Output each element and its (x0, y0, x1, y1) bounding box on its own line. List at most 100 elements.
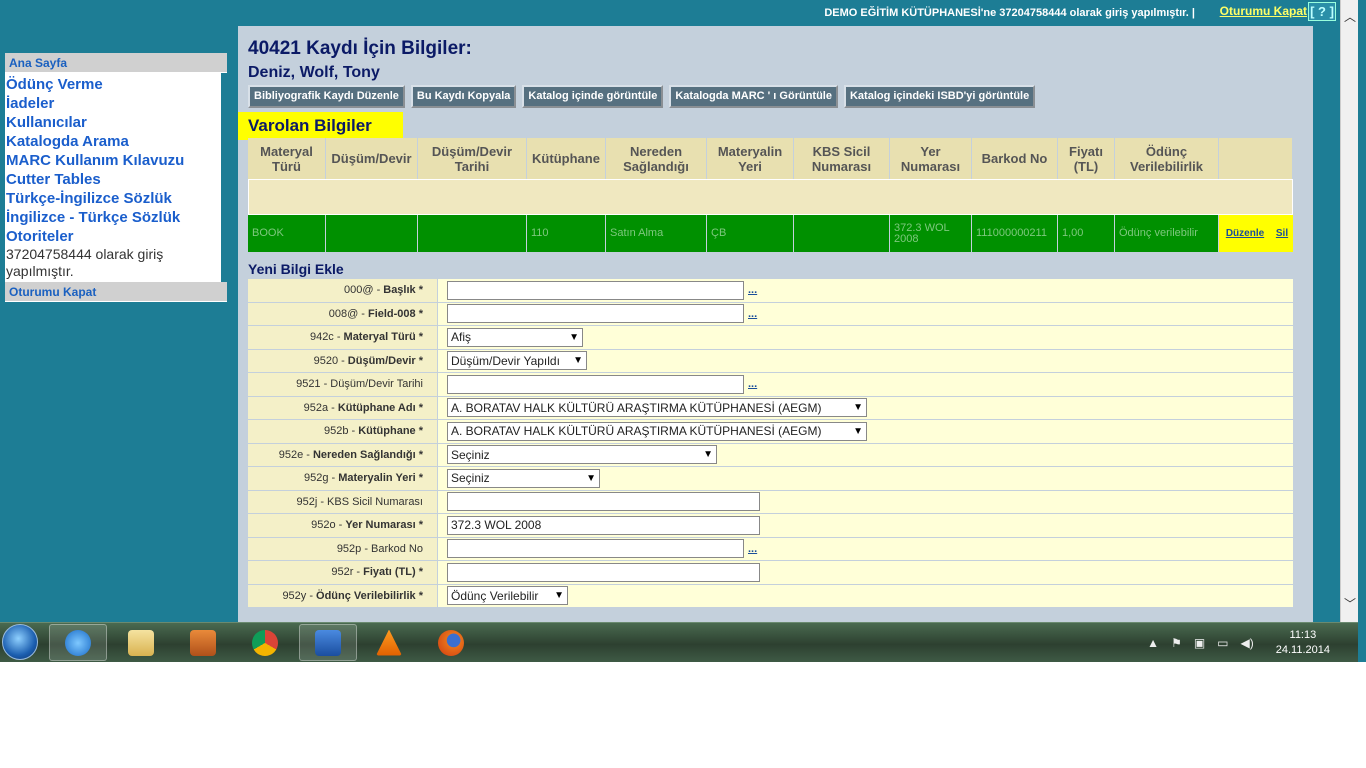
picker-link[interactable]: ... (748, 284, 757, 296)
loanability-select[interactable]: Ödünç Verilebilir ▼ (447, 586, 568, 606)
taskbar-vlc[interactable] (360, 624, 418, 661)
show-hidden-icons-icon[interactable]: ▲ (1147, 636, 1159, 650)
taskbar-media-player[interactable] (174, 624, 232, 661)
sidebar-logout[interactable]: Oturumu Kapat (5, 282, 227, 302)
taskbar-word[interactable] (299, 624, 357, 661)
taskbar-chrome[interactable] (236, 624, 294, 661)
location-select[interactable]: Seçiniz ▼ (447, 468, 600, 488)
cell-discard (326, 215, 418, 252)
chevron-down-icon: ▼ (554, 590, 564, 602)
taskbar-firefox[interactable] (422, 624, 480, 661)
sidebar-item-returns[interactable]: İadeler (6, 94, 220, 113)
edit-bibliographic-button[interactable]: Bibliyografik Kaydı Düzenle (248, 85, 405, 108)
title-field[interactable] (447, 280, 744, 300)
network-icon[interactable]: ▭ (1217, 636, 1228, 650)
sidebar-item-users[interactable]: Kullanıcılar (6, 113, 220, 132)
cell-location: ÇB (707, 215, 794, 252)
discard-date-input[interactable] (447, 374, 744, 394)
price-input[interactable] (447, 562, 760, 582)
picker-link[interactable]: ... (748, 308, 757, 320)
edit-item-link[interactable]: Düzenle (1219, 215, 1271, 252)
volume-icon[interactable]: ◀) (1241, 636, 1254, 650)
view-marc-button[interactable]: Katalogda MARC ' ı Görüntüle (669, 85, 838, 108)
help-button[interactable]: [ ? ] (1308, 2, 1336, 21)
sidebar-item-en-tr-dictionary[interactable]: İngilizce - Türkçe Sözlük (6, 208, 220, 227)
sidebar-header-home[interactable]: Ana Sayfa (5, 53, 227, 73)
form-row-library: 952b - Kütüphane * A. BORATAV HALK KÜLTÜR… (248, 420, 1293, 444)
delete-item-link[interactable]: Sil (1271, 215, 1293, 252)
cell-kbs-number (794, 215, 890, 252)
form-row-discard-date: 9521 - Düşüm/Devir Tarihi ... (248, 373, 1293, 397)
form-row-title: 000@ - Başlık * ... (248, 279, 1293, 303)
column-header: Nereden Sağlandığı (606, 138, 707, 179)
copy-record-button[interactable]: Bu Kaydı Kopyala (410, 85, 517, 108)
new-item-form: 000@ - Başlık * ... 008@ - Field-008 * ...… (248, 279, 1293, 608)
sidebar-login-text: 37204758444 olarak giriş yapılmıştır. (6, 246, 164, 279)
taskbar-file-explorer[interactable] (112, 624, 170, 661)
field-label: 952r - Fiyatı (TL) * (248, 561, 438, 584)
column-header: Kütüphane (527, 138, 606, 179)
cell-material-type: BOOK (248, 215, 326, 252)
start-button[interactable] (2, 624, 38, 660)
logout-link[interactable]: Oturumu Kapat (1220, 4, 1307, 18)
call-number-input[interactable]: 372.3 WOL 2008 (447, 515, 760, 535)
cell-call-number: 372.3 WOL 2008 (890, 215, 972, 252)
column-header (1219, 138, 1293, 179)
sidebar-item-tr-en-dictionary[interactable]: Türkçe-İngilizce Sözlük (6, 189, 220, 208)
clock-date: 24.11.2014 (1275, 644, 1330, 656)
chevron-down-icon[interactable]: ﹀ (1344, 595, 1356, 612)
device-icon[interactable]: ▣ (1194, 636, 1205, 650)
form-row-price: 952r - Fiyatı (TL) * (248, 561, 1293, 585)
sidebar-item-loan[interactable]: Ödünç Verme (6, 75, 220, 94)
login-info: DEMO EĞİTİM KÜTÜPHANESİ'ne 37204758444 o… (824, 7, 1195, 19)
cell-discard-date (418, 215, 527, 252)
taskbar-internet-explorer[interactable] (49, 624, 107, 661)
form-row-location: 952g - Materyalin Yeri * Seçiniz ▼ (248, 467, 1293, 491)
picker-link[interactable]: ... (748, 378, 757, 390)
vertical-scrollbar[interactable]: ︿ ﹀ (1340, 0, 1358, 622)
source-select[interactable]: Seçiniz ▼ (447, 445, 717, 465)
field-label: 9521 - Düşüm/Devir Tarihi (248, 373, 438, 396)
form-row-loanability: 952y - Ödünç Verilebilirlik * Ödünç Veril… (248, 584, 1293, 608)
field-label: 952g - Materyalin Yeri * (248, 467, 438, 490)
existing-items-heading: Varolan Bilgiler (238, 112, 403, 140)
view-in-catalog-button[interactable]: Katalog içinde görüntüle (522, 85, 664, 108)
barcode-input[interactable] (447, 539, 744, 559)
library-name-select[interactable]: A. BORATAV HALK KÜLTÜRÜ ARAŞTIRMA KÜTÜPH… (447, 398, 867, 418)
record-toolbar: Bibliyografik Kaydı Düzenle Bu Kaydı Kop… (248, 85, 1036, 108)
chevron-down-icon: ▼ (586, 472, 596, 484)
field-label: 942c - Materyal Türü * (248, 326, 438, 349)
form-row-material-type: 942c - Materyal Türü * Afiş ▼ (248, 326, 1293, 350)
discard-select[interactable]: Düşüm/Devir Yapıldı ▼ (447, 351, 587, 371)
chevron-up-icon[interactable]: ︿ (1344, 8, 1356, 25)
new-item-heading: Yeni Bilgi Ekle (248, 261, 344, 277)
flag-icon[interactable]: ⚑ (1171, 636, 1182, 650)
library-select[interactable]: A. BORATAV HALK KÜLTÜRÜ ARAŞTIRMA KÜTÜPH… (447, 421, 867, 441)
field-008-input[interactable] (447, 304, 744, 324)
chevron-down-icon: ▼ (853, 425, 863, 437)
column-header: Materyal Türü (248, 138, 326, 179)
sidebar-item-authorities[interactable]: Otoriteler (6, 227, 220, 246)
column-header: KBS Sicil Numarası (794, 138, 890, 179)
sidebar-item-marc-guide[interactable]: MARC Kullanım Kılavuzu (6, 151, 220, 170)
kbs-number-input[interactable] (447, 492, 760, 512)
field-label: 952e - Nereden Sağlandığı * (248, 443, 438, 466)
table-header: Materyal Türü Düşüm/Devir Düşüm/Devir Ta… (248, 138, 1293, 179)
cell-loanability: Ödünç verilebilir (1115, 215, 1219, 252)
record-authors: Deniz, Wolf, Tony (248, 64, 380, 81)
sidebar-item-catalog-search[interactable]: Katalogda Arama (6, 132, 220, 151)
folder-icon (128, 629, 154, 656)
material-type-select[interactable]: Afiş ▼ (447, 327, 583, 347)
sidebar-item-cutter-tables[interactable]: Cutter Tables (6, 170, 220, 189)
picker-link[interactable]: ... (748, 543, 757, 555)
field-label: 952y - Ödünç Verilebilirlik * (248, 584, 438, 607)
table-row: BOOK 110 Satın Alma ÇB 372.3 WOL 2008 11… (248, 215, 1293, 252)
sidebar: Ana Sayfa Ödünç Verme İadeler Kullanıcıl… (5, 53, 227, 302)
form-row-barcode: 952p - Barkod No ... (248, 537, 1293, 561)
column-header: Düşüm/Devir Tarihi (418, 138, 527, 179)
firefox-icon (438, 629, 464, 656)
clock[interactable]: 11:13 24.11.2014 (1276, 628, 1330, 658)
cell-price: 1,00 (1058, 215, 1115, 252)
view-isbd-button[interactable]: Katalog içindeki ISBD'yi görüntüle (843, 85, 1036, 108)
sidebar-menu: Ödünç Verme İadeler Kullanıcılar Katalog… (5, 73, 221, 282)
